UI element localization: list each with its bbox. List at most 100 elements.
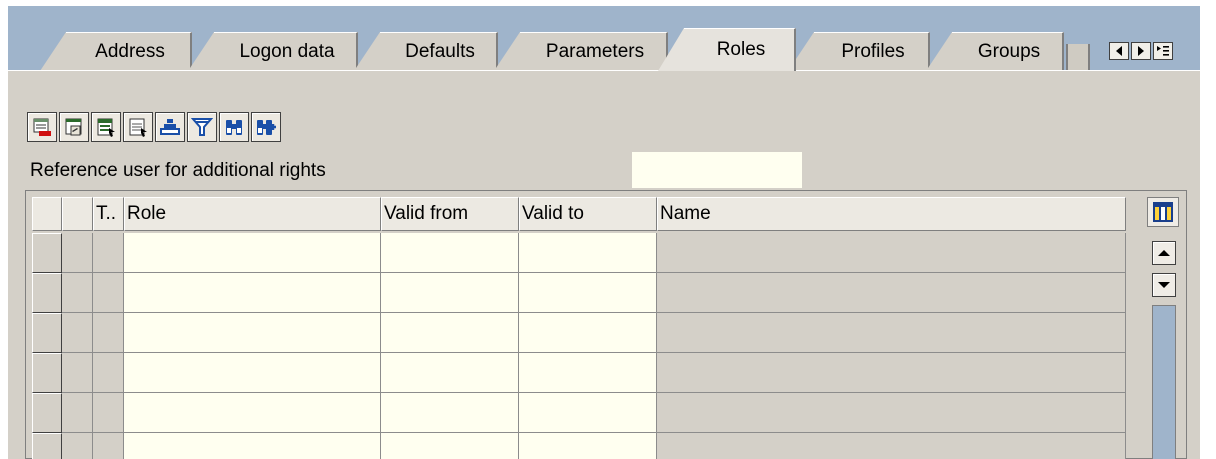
chevron-up-icon — [1158, 250, 1170, 256]
role-cell[interactable] — [124, 313, 381, 353]
find-next-button[interactable] — [251, 112, 281, 142]
role-cell[interactable] — [124, 273, 381, 313]
name-cell — [657, 273, 1126, 313]
change-button[interactable] — [59, 112, 89, 142]
find-button[interactable] — [219, 112, 249, 142]
column-header-name[interactable]: Name — [657, 197, 1126, 231]
tab-label: Address — [95, 41, 165, 62]
row-selector[interactable] — [32, 273, 62, 313]
table-row[interactable] — [26, 273, 1126, 313]
tab-address[interactable]: Address — [40, 32, 192, 71]
tab-label: Parameters — [545, 41, 645, 62]
valid-to-cell[interactable] — [519, 313, 657, 353]
tab-overflow-indicator — [1066, 44, 1090, 71]
scroll-down-button[interactable] — [1152, 273, 1176, 297]
deselect-all-button[interactable] — [123, 112, 153, 142]
role-cell[interactable] — [124, 353, 381, 393]
name-cell — [657, 313, 1126, 353]
table-row[interactable] — [26, 433, 1126, 459]
role-cell[interactable] — [124, 233, 381, 273]
status-cell — [62, 393, 93, 433]
tab-roles[interactable]: Roles — [658, 28, 796, 71]
row-selector[interactable] — [32, 433, 62, 459]
chevron-down-icon — [1158, 282, 1170, 288]
tab-defaults[interactable]: Defaults — [354, 32, 498, 71]
row-selector[interactable] — [32, 393, 62, 433]
table-toolbar — [27, 112, 281, 142]
tab-label: Defaults — [405, 41, 475, 62]
table-row[interactable] — [26, 313, 1126, 353]
status-cell — [62, 313, 93, 353]
tab-label: Logon data — [239, 41, 335, 62]
filter-button[interactable] — [187, 112, 217, 142]
name-cell — [657, 233, 1126, 273]
row-selector[interactable] — [32, 233, 62, 273]
tab-label: Roles — [716, 39, 766, 60]
type-cell — [93, 393, 124, 433]
name-cell — [657, 393, 1126, 433]
valid-from-cell[interactable] — [381, 353, 519, 393]
status-cell — [62, 273, 93, 313]
tab-list-icon[interactable] — [1153, 42, 1173, 60]
valid-to-cell[interactable] — [519, 393, 657, 433]
column-config-button[interactable] — [1147, 197, 1179, 227]
status-cell — [62, 433, 93, 459]
type-cell — [93, 433, 124, 459]
table-settings-icon — [1153, 202, 1173, 222]
column-header-valid-to[interactable]: Valid to — [519, 197, 657, 231]
delete-row-button[interactable] — [27, 112, 57, 142]
valid-from-cell[interactable] — [381, 273, 519, 313]
name-cell — [657, 353, 1126, 393]
delete-row-icon — [33, 118, 51, 136]
sort-icon — [160, 119, 180, 135]
scroll-up-button[interactable] — [1152, 241, 1176, 265]
scroll-right-icon[interactable] — [1131, 42, 1151, 60]
type-cell — [93, 353, 124, 393]
sort-button[interactable] — [155, 112, 185, 142]
valid-to-cell[interactable] — [519, 353, 657, 393]
find-next-icon — [257, 120, 276, 135]
reference-user-label: Reference user for additional rights — [30, 160, 326, 181]
filter-icon — [191, 118, 213, 136]
valid-from-cell[interactable] — [381, 393, 519, 433]
roles-table: T.. Role Valid from Valid to Name — [25, 190, 1187, 459]
tab-groups[interactable]: Groups — [926, 32, 1064, 71]
tab-parameters[interactable]: Parameters — [494, 32, 668, 71]
column-header-role[interactable]: Role — [124, 197, 381, 231]
change-icon — [65, 118, 82, 136]
role-cell[interactable] — [124, 393, 381, 433]
table-row[interactable] — [26, 393, 1126, 433]
deselect-all-icon — [129, 118, 147, 137]
scroll-left-icon[interactable] — [1109, 42, 1129, 60]
valid-to-cell[interactable] — [519, 233, 657, 273]
select-all-button[interactable] — [91, 112, 121, 142]
type-cell — [93, 273, 124, 313]
type-cell — [93, 233, 124, 273]
valid-from-cell[interactable] — [381, 233, 519, 273]
column-header-type[interactable]: T.. — [93, 197, 124, 231]
find-icon — [226, 120, 242, 135]
tab-label: Groups — [977, 41, 1041, 62]
role-cell[interactable] — [124, 433, 381, 459]
column-header-status[interactable] — [62, 197, 93, 231]
status-cell — [62, 353, 93, 393]
tab-label: Profiles — [841, 41, 905, 62]
vertical-scrollbar[interactable] — [1152, 305, 1176, 459]
tab-logon-data[interactable]: Logon data — [188, 32, 358, 71]
table-row[interactable] — [26, 233, 1126, 273]
type-cell — [93, 313, 124, 353]
row-selector[interactable] — [32, 313, 62, 353]
valid-from-cell[interactable] — [381, 433, 519, 459]
valid-to-cell[interactable] — [519, 433, 657, 459]
select-all-icon — [97, 118, 115, 137]
valid-to-cell[interactable] — [519, 273, 657, 313]
status-cell — [62, 233, 93, 273]
column-header-valid-from[interactable]: Valid from — [381, 197, 519, 231]
row-selector[interactable] — [32, 353, 62, 393]
tab-profiles[interactable]: Profiles — [788, 32, 930, 71]
reference-user-input[interactable] — [632, 152, 802, 188]
name-cell — [657, 433, 1126, 459]
table-row[interactable] — [26, 353, 1126, 393]
select-all-cell[interactable] — [32, 197, 62, 231]
valid-from-cell[interactable] — [381, 313, 519, 353]
